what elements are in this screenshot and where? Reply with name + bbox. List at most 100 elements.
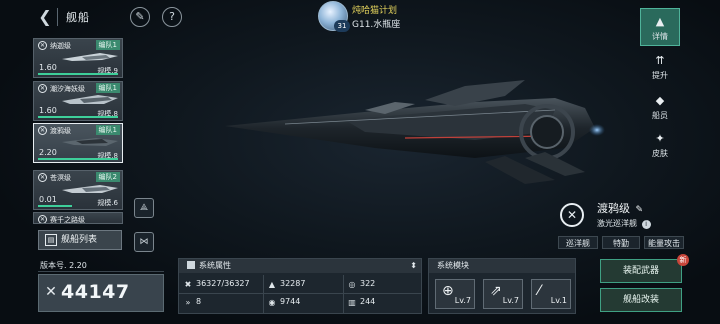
fleet-badge: 编队2 bbox=[95, 172, 120, 182]
attr-value: 32287 bbox=[280, 279, 306, 288]
ship-model bbox=[225, 80, 605, 184]
power-icon: ✕ bbox=[45, 284, 57, 300]
module-slot[interactable]: ⁄ Lv.1 bbox=[531, 279, 571, 309]
ship-scale: 规模.6 bbox=[97, 199, 118, 207]
tab-skin[interactable]: ✦ 皮肤 bbox=[640, 126, 680, 164]
attr-value: 9744 bbox=[280, 297, 301, 306]
skin-icon: ✦ bbox=[655, 132, 665, 145]
ship-tag: 特勤 bbox=[602, 236, 640, 249]
ship-class-icon: ✕ bbox=[38, 41, 47, 50]
system-modules-panel: 系统模块 ⊕ Lv.7 ⇗ Lv.7 ⁄ Lv.1 bbox=[428, 258, 576, 314]
ship-level: 0.01 bbox=[39, 195, 57, 204]
armor-icon: ▲ bbox=[268, 280, 276, 289]
page-title: 舰船 bbox=[66, 11, 90, 24]
ship-list-item[interactable]: ✕ 苍溟级 编队2 0.01 规模.6 bbox=[33, 170, 123, 210]
ship-name-title: 渡鸦级 ✎ bbox=[597, 200, 643, 216]
player-name: 炖哈猫计划 bbox=[352, 6, 398, 16]
ship-modify-button[interactable]: 舰船改装 bbox=[600, 288, 682, 312]
hp-bar bbox=[38, 158, 118, 160]
ship-name-text: 渡鸦级 bbox=[597, 202, 630, 215]
module-level: Lv.7 bbox=[502, 296, 519, 305]
fleet-badge: 编队1 bbox=[95, 125, 120, 135]
thrust-icon: ⇗ bbox=[490, 283, 502, 299]
attributes-icon bbox=[187, 261, 195, 269]
ship-level: 1.60 bbox=[39, 63, 57, 72]
attr-value: 322 bbox=[360, 279, 376, 288]
fleet-sort-icon[interactable]: ⋈ bbox=[134, 232, 154, 252]
panel-header: 系统模块 bbox=[429, 259, 575, 273]
attr-armor: ▲ 32287 bbox=[267, 277, 306, 291]
tab-crew[interactable]: ◆ 船员 bbox=[640, 88, 680, 126]
tab-detail[interactable]: ▲ 详情 bbox=[640, 8, 680, 46]
ship-list-button-label: 舰船列表 bbox=[61, 235, 98, 245]
upgrade-icon: ⇈ bbox=[655, 54, 665, 67]
ship-class-icon: ✕ bbox=[38, 173, 47, 182]
ship-list-item[interactable]: ✕ 潮汐海妖级 编队1 1.60 规模.8 bbox=[33, 81, 123, 121]
cargo-icon: ▥ bbox=[348, 298, 356, 307]
hp-bar bbox=[38, 73, 118, 75]
module-level: Lv.1 bbox=[550, 296, 567, 305]
divider bbox=[57, 8, 58, 26]
version-label: 版本号. 2.20 bbox=[40, 261, 87, 270]
back-button[interactable]: ❮ bbox=[34, 6, 56, 28]
ship-list-item[interactable]: ✕ 赛千之路级 bbox=[33, 212, 123, 224]
rename-icon[interactable]: ✎ bbox=[636, 205, 644, 215]
module-slot[interactable]: ⇗ Lv.7 bbox=[483, 279, 523, 309]
targeting-icon: ⊕ bbox=[442, 283, 454, 299]
attr-energy: ◉ 9744 bbox=[267, 295, 301, 309]
attr-shield: ◎ 322 bbox=[347, 277, 376, 291]
ship-level: 1.60 bbox=[39, 106, 57, 115]
panel-header: 系统属性 ⬍ bbox=[179, 259, 421, 273]
ship-tag: 巡洋舰 bbox=[558, 236, 598, 249]
list-icon: ▤ bbox=[45, 234, 57, 246]
divider bbox=[179, 293, 421, 294]
ship-name: 赛千之路级 bbox=[50, 216, 85, 224]
ship-class-icon: ✕ bbox=[38, 84, 47, 93]
tab-label: 详情 bbox=[652, 32, 668, 41]
shield-icon: ◎ bbox=[348, 280, 356, 289]
tab-upgrade[interactable]: ⇈ 提升 bbox=[640, 48, 680, 86]
crew-icon: ◆ bbox=[655, 94, 665, 107]
ship-class-emblem-icon: ✕ bbox=[560, 203, 584, 227]
ship-type-text: 激光巡洋舰 bbox=[597, 219, 637, 228]
attr-value: 244 bbox=[360, 297, 376, 306]
galaxy-label: G11.水瓶座 bbox=[352, 20, 401, 30]
speed-icon: » bbox=[185, 298, 191, 307]
ship-list-item-selected[interactable]: ✕ 渡鸦级 编队1 2.20 规模.8 bbox=[33, 123, 123, 163]
divider bbox=[263, 275, 264, 313]
ship-class-icon: ✕ bbox=[38, 215, 47, 223]
divider bbox=[38, 271, 164, 272]
ship-list-item[interactable]: ✕ 纳迦级 编队1 1.60 规模.9 bbox=[33, 38, 123, 78]
tab-label: 船员 bbox=[652, 111, 668, 120]
module-slot[interactable]: ⊕ Lv.7 bbox=[435, 279, 475, 309]
attr-value: 8 bbox=[196, 297, 202, 306]
detail-icon: ▲ bbox=[655, 15, 665, 28]
new-badge: 新 bbox=[677, 254, 689, 266]
info-icon[interactable]: i bbox=[641, 220, 651, 229]
ship-tag: 能量攻击 bbox=[644, 236, 684, 249]
ship-list-button[interactable]: ▤ 舰船列表 bbox=[38, 230, 122, 250]
ship-class-icon: ✕ bbox=[38, 126, 47, 135]
ship-thumbnail bbox=[62, 95, 118, 104]
sort-icon[interactable]: ⬍ bbox=[410, 259, 417, 273]
laser-icon: ⁄ bbox=[538, 283, 541, 299]
hp-icon: ✖ bbox=[184, 280, 192, 289]
tab-label: 皮肤 bbox=[652, 149, 668, 158]
system-attributes-panel: 系统属性 ⬍ ✖ 36327/36327 ▲ 32287 ◎ 322 » 8 ◉ 9744… bbox=[178, 258, 422, 314]
module-level: Lv.7 bbox=[454, 296, 471, 305]
help-icon[interactable]: ? bbox=[162, 7, 182, 27]
filter-icon[interactable]: ✎ bbox=[130, 7, 150, 27]
ship-thumbnail bbox=[62, 138, 118, 146]
player-level-badge: 31 bbox=[334, 20, 350, 32]
hp-bar bbox=[38, 116, 118, 118]
hp-bar bbox=[38, 205, 72, 207]
tab-label: 提升 bbox=[652, 71, 668, 80]
equip-weapon-button[interactable]: 装配武器 bbox=[600, 259, 682, 283]
ship-thumbnail bbox=[62, 185, 118, 193]
ship-type: 激光巡洋舰 i bbox=[597, 218, 651, 229]
power-value: 44147 bbox=[61, 281, 130, 303]
ship-level: 2.20 bbox=[39, 148, 57, 157]
ship-thumbnail bbox=[62, 53, 118, 61]
fleet-formation-icon[interactable]: ⟁ bbox=[134, 198, 154, 218]
energy-icon: ◉ bbox=[268, 298, 276, 307]
